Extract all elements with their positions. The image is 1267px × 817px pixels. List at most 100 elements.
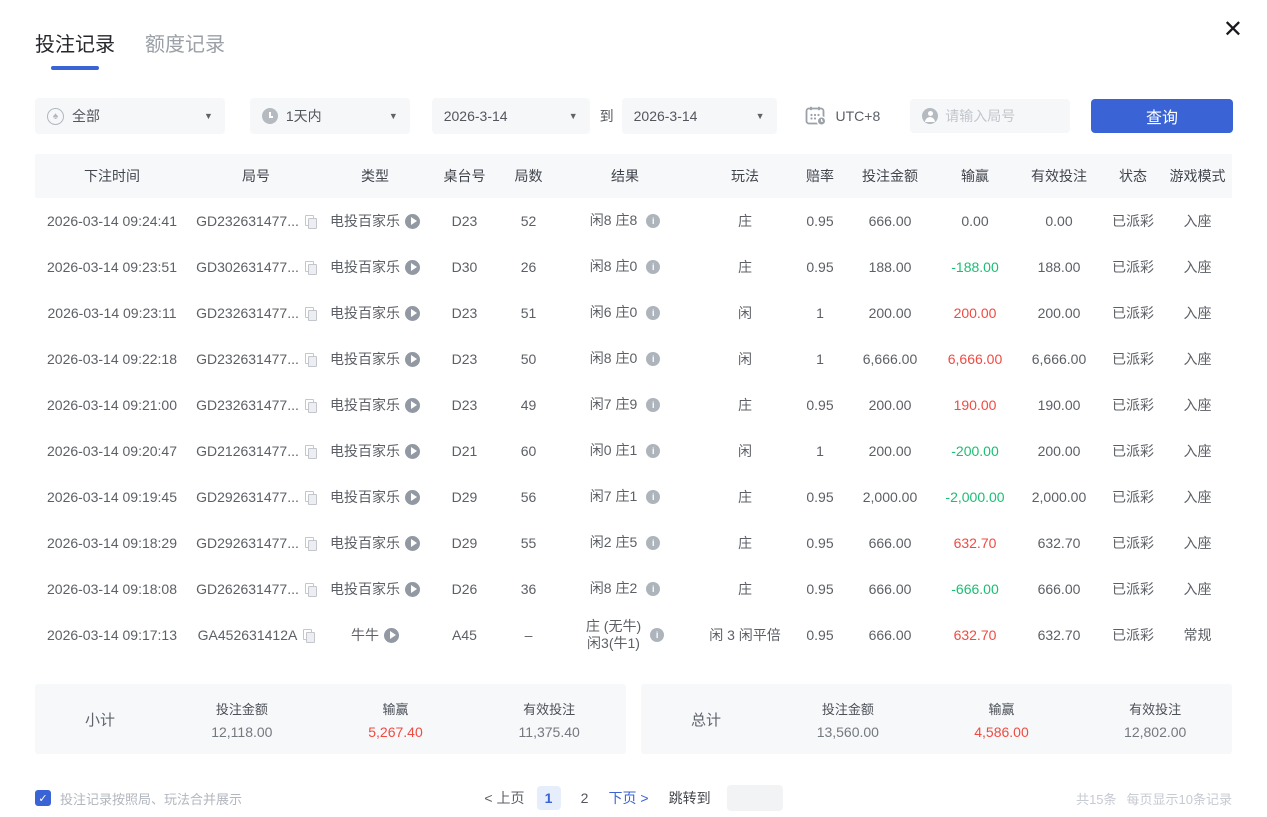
info-icon[interactable]: i [646, 352, 660, 366]
cell-odds: 1 [795, 351, 845, 367]
cell-win-loss: -666.00 [935, 581, 1015, 597]
tab-quota-records[interactable]: 额度记录 [145, 28, 225, 70]
total-count: 共15条 [1076, 789, 1116, 808]
play-icon[interactable] [405, 444, 420, 459]
copy-icon[interactable] [305, 537, 316, 550]
page-button-1[interactable]: 1 [537, 786, 561, 810]
cell-bet-time: 2026-03-14 09:18:29 [35, 535, 189, 551]
cell-status: 已派彩 [1103, 533, 1163, 553]
subtotal-win-value: 5,267.40 [319, 724, 473, 740]
page-button-2[interactable]: 2 [573, 786, 597, 810]
cell-odds: 1 [795, 305, 845, 321]
date-from-picker[interactable]: 2026-3-14 ▼ [432, 98, 590, 134]
cell-bet-amount: 200.00 [845, 443, 935, 459]
date-to-picker[interactable]: 2026-3-14 ▼ [622, 98, 777, 134]
cell-bet-time: 2026-03-14 09:22:18 [35, 351, 189, 367]
cell-win-loss: 6,666.00 [935, 351, 1015, 367]
copy-icon[interactable] [305, 491, 316, 504]
play-icon[interactable] [405, 306, 420, 321]
play-icon[interactable] [405, 352, 420, 367]
play-icon[interactable] [405, 398, 420, 413]
total-valid-group: 有效投注 12,802.00 [1078, 699, 1232, 740]
game-type-dropdown[interactable]: ♠ 全部 ▼ [35, 98, 225, 134]
calendar-clock-icon [805, 106, 827, 126]
cell-win-loss: -2,000.00 [935, 489, 1015, 505]
copy-icon[interactable] [305, 307, 316, 320]
cell-status: 已派彩 [1103, 349, 1163, 369]
search-input[interactable] [945, 108, 1055, 124]
cell-result: 闲6 庄0 i [555, 304, 695, 322]
pagination: < 上页 1 2 下页 > 跳转到 [484, 785, 782, 811]
play-icon[interactable] [405, 214, 420, 229]
play-icon[interactable] [405, 490, 420, 505]
info-icon[interactable]: i [646, 260, 660, 274]
cell-bet-amount: 666.00 [845, 581, 935, 597]
betting-records-table: 下注时间局号类型桌台号局数结果玩法赔率投注金额输赢有效投注状态游戏模式 2026… [35, 154, 1232, 658]
cell-play-type: 庄 [695, 211, 795, 231]
cell-game-type: 电投百家乐 [323, 211, 427, 231]
cell-game-mode: 入座 [1163, 211, 1232, 231]
cell-bet-time: 2026-03-14 09:24:41 [35, 213, 189, 229]
play-icon[interactable] [405, 536, 420, 551]
cell-game-id: GD232631477... [189, 213, 323, 229]
time-range-dropdown[interactable]: 1天内 ▼ [250, 98, 410, 134]
copy-icon[interactable] [305, 583, 316, 596]
merge-checkbox[interactable]: ✓ [35, 790, 51, 806]
jump-to-input[interactable] [727, 785, 783, 811]
copy-icon[interactable] [303, 629, 314, 642]
cell-game-type: 牛牛 [323, 625, 427, 645]
subtotal-win-group: 输赢 5,267.40 [319, 699, 473, 740]
play-icon[interactable] [405, 260, 420, 275]
total-win-group: 输赢 4,586.00 [925, 699, 1079, 740]
column-header-3: 桌台号 [427, 166, 502, 186]
info-icon[interactable]: i [646, 536, 660, 550]
cell-play-type: 庄 [695, 533, 795, 553]
cell-win-loss: -188.00 [935, 259, 1015, 275]
cell-game-id: GD232631477... [189, 305, 323, 321]
chevron-down-icon: ▼ [204, 111, 213, 121]
play-icon[interactable] [384, 628, 399, 643]
cell-table-no: D23 [427, 397, 502, 413]
info-icon[interactable]: i [646, 398, 660, 412]
info-icon[interactable]: i [646, 490, 660, 504]
cell-table-no: D29 [427, 489, 502, 505]
cell-odds: 0.95 [795, 259, 845, 275]
play-icon[interactable] [405, 582, 420, 597]
tab-betting-records[interactable]: 投注记录 [35, 28, 115, 70]
cell-game-mode: 常规 [1163, 625, 1232, 645]
close-icon[interactable]: ✕ [1223, 18, 1243, 42]
copy-icon[interactable] [305, 261, 316, 274]
info-icon[interactable]: i [646, 444, 660, 458]
copy-icon[interactable] [305, 399, 316, 412]
cell-round-no: 26 [502, 259, 555, 275]
info-icon[interactable]: i [646, 582, 660, 596]
timezone-selector[interactable]: UTC+8 [805, 106, 881, 126]
info-icon[interactable]: i [650, 628, 664, 642]
info-icon[interactable]: i [646, 306, 660, 320]
cell-game-type: 电投百家乐 [323, 533, 427, 553]
cell-win-loss: 632.70 [935, 627, 1015, 643]
cell-game-type: 电投百家乐 [323, 579, 427, 599]
info-icon[interactable]: i [646, 214, 660, 228]
query-button[interactable]: 查询 [1091, 99, 1233, 133]
column-header-8: 投注金额 [845, 166, 935, 186]
summary-section: 小计 投注金额 12,118.00 输赢 5,267.40 有效投注 11,37… [35, 684, 1232, 754]
total-valid-value: 12,802.00 [1078, 724, 1232, 740]
search-box [910, 99, 1070, 133]
table-row: 2026-03-14 09:22:18 GD232631477... 电投百家乐… [35, 336, 1232, 382]
cell-game-type: 电投百家乐 [323, 257, 427, 277]
table-body: 2026-03-14 09:24:41 GD232631477... 电投百家乐… [35, 198, 1232, 658]
cell-bet-time: 2026-03-14 09:17:13 [35, 627, 189, 643]
cell-round-no: 56 [502, 489, 555, 505]
cell-bet-time: 2026-03-14 09:19:45 [35, 489, 189, 505]
cell-game-id: GD232631477... [189, 397, 323, 413]
cell-win-loss: 632.70 [935, 535, 1015, 551]
copy-icon[interactable] [305, 215, 316, 228]
next-page-button[interactable]: 下页 > [609, 788, 649, 808]
prev-page-button[interactable]: < 上页 [484, 788, 524, 808]
copy-icon[interactable] [305, 353, 316, 366]
cell-game-type: 电投百家乐 [323, 441, 427, 461]
cell-play-type: 庄 [695, 579, 795, 599]
copy-icon[interactable] [305, 445, 316, 458]
cell-game-type: 电投百家乐 [323, 303, 427, 323]
